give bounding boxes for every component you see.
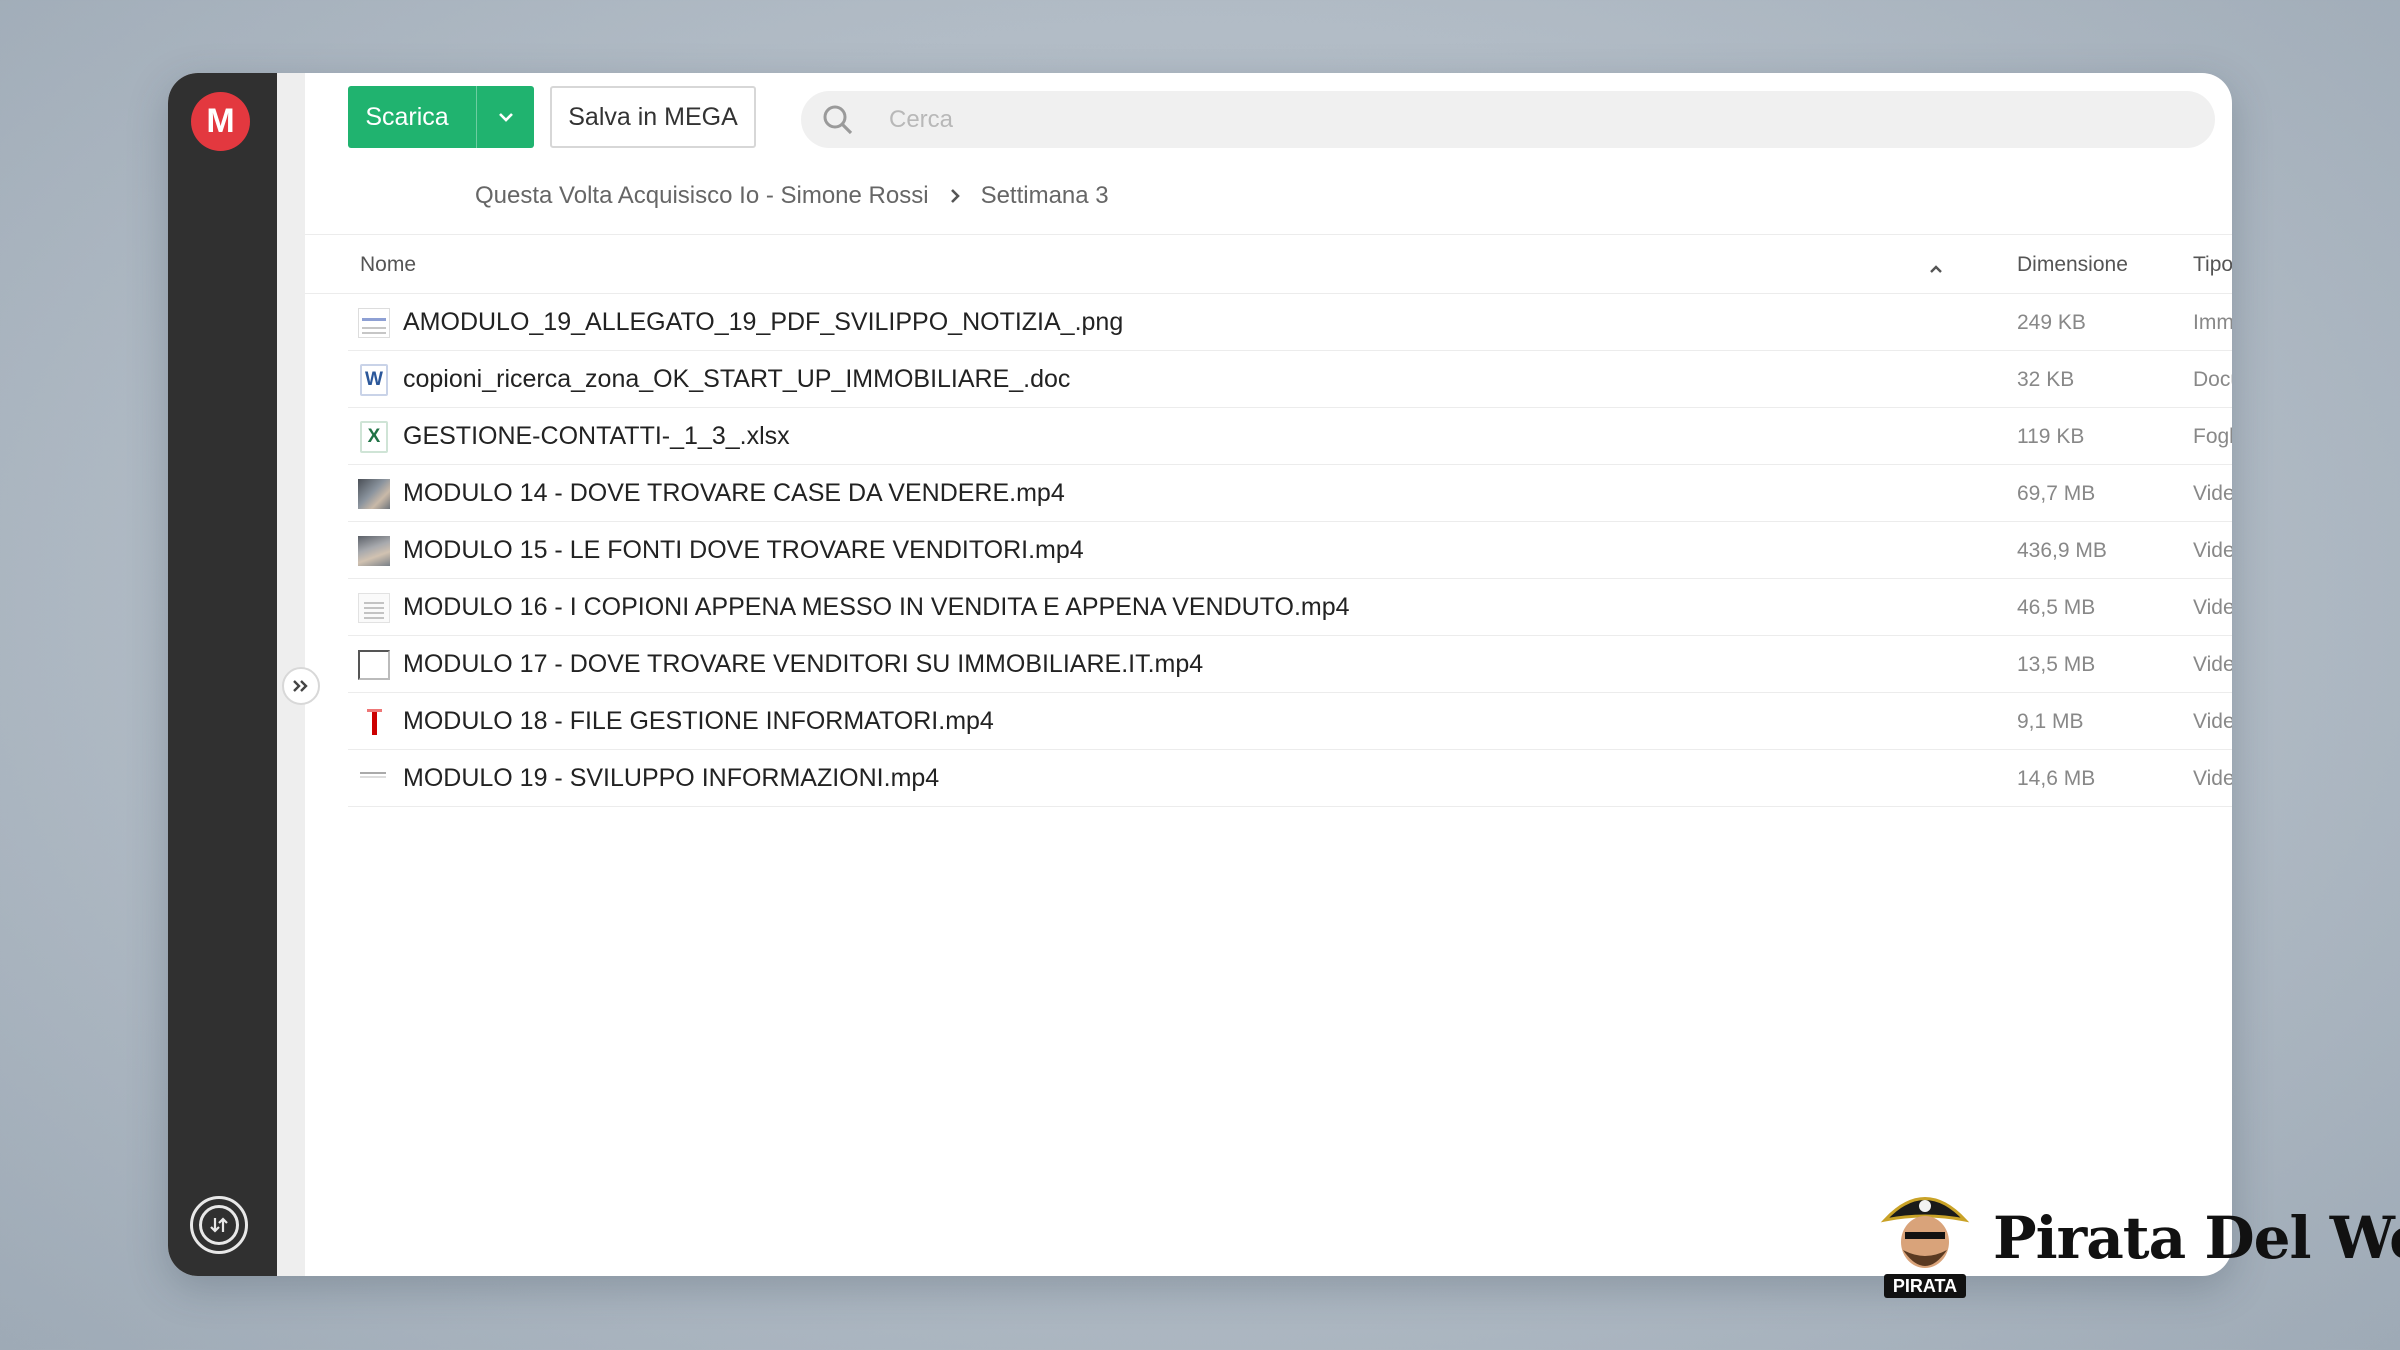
- file-name: copioni_ricerca_zona_OK_START_UP_IMMOBIL…: [403, 365, 1071, 393]
- video-thumbnail-icon: [358, 478, 390, 510]
- file-size: 13,5 MB: [2017, 653, 2096, 676]
- word-document-icon: W: [358, 364, 390, 396]
- file-type: Video MPEG-4: [2193, 767, 2232, 790]
- pirata-del-web-watermark: PIRATA Pirata Del Web: [1875, 1182, 2400, 1302]
- mega-logo[interactable]: M: [191, 92, 250, 151]
- file-type: Video MPEG-4: [2193, 710, 2232, 733]
- left-rail: M: [168, 73, 277, 1276]
- file-name: MODULO 14 - DOVE TROVARE CASE DA VENDERE…: [403, 479, 1065, 507]
- search-input[interactable]: [889, 105, 2089, 134]
- chevron-right-icon: [949, 187, 961, 205]
- file-type: Video MPEG-4: [2193, 653, 2232, 676]
- file-name: MODULO 17 - DOVE TROVARE VENDITORI SU IM…: [403, 650, 1204, 678]
- file-size: 436,9 MB: [2017, 539, 2107, 562]
- table-row[interactable]: MODULO 17 - DOVE TROVARE VENDITORI SU IM…: [348, 636, 2232, 693]
- table-row[interactable]: X GESTIONE-CONTATTI-_1_3_.xlsx 119 KB Fo…: [348, 408, 2232, 465]
- transfer-icon: [199, 1205, 239, 1245]
- table-header: Nome Dimensione Tipo: [305, 234, 2232, 294]
- video-thumbnail-icon: [358, 592, 390, 624]
- file-type: Video MPEG-4: [2193, 539, 2232, 562]
- file-size: 69,7 MB: [2017, 482, 2096, 505]
- table-row[interactable]: MODULO 15 - LE FONTI DOVE TROVARE VENDIT…: [348, 522, 2232, 579]
- transfer-manager-button[interactable]: [190, 1196, 248, 1254]
- breadcrumb-current: Settimana 3: [980, 182, 1109, 209]
- file-type: Documento di Microsoft Word: [2193, 368, 2232, 391]
- table-row[interactable]: W copioni_ricerca_zona_OK_START_UP_IMMOB…: [348, 351, 2232, 408]
- main-area: Scarica Salva in MEGA Questa Volta Acqui…: [305, 73, 2232, 1276]
- video-thumbnail-icon: [358, 535, 390, 567]
- excel-spreadsheet-icon: X: [358, 421, 390, 453]
- file-type: Video MPEG-4: [2193, 596, 2232, 619]
- download-button[interactable]: Scarica: [348, 86, 534, 148]
- video-thumbnail-icon: [358, 706, 390, 738]
- app-window: M Scarica Salva in MEGA Cerca Questa Vol…: [168, 73, 2232, 1276]
- file-type: Foglio di Microsoft Excel: [2193, 425, 2232, 448]
- table-row[interactable]: MODULO 14 - DOVE TROVARE CASE DA VENDERE…: [348, 465, 2232, 522]
- breadcrumb: Questa Volta Acquisisco Io - Simone Ross…: [475, 173, 1109, 219]
- video-thumbnail-icon: [358, 649, 390, 681]
- file-size: 249 KB: [2017, 311, 2086, 334]
- watermark-badge-text: PIRATA: [1884, 1274, 1966, 1298]
- png-thumbnail-icon: [358, 307, 390, 339]
- file-name: MODULO 16 - I COPIONI APPENA MESSO IN VE…: [403, 593, 1350, 621]
- search-bar[interactable]: [801, 91, 2215, 148]
- download-button-label: Scarica: [365, 102, 449, 131]
- file-type: Video MPEG-4: [2193, 482, 2232, 505]
- file-size: 46,5 MB: [2017, 596, 2096, 619]
- video-thumbnail-icon: [358, 763, 390, 795]
- table-row[interactable]: MODULO 18 - FILE GESTIONE INFORMATORI.mp…: [348, 693, 2232, 750]
- sort-ascending-icon[interactable]: [1928, 257, 1944, 281]
- file-size: 14,6 MB: [2017, 767, 2096, 790]
- search-icon: [821, 103, 861, 137]
- file-name: MODULO 19 - SVILUPPO INFORMAZIONI.mp4: [403, 764, 940, 792]
- file-name: MODULO 18 - FILE GESTIONE INFORMATORI.mp…: [403, 707, 994, 735]
- save-to-mega-button[interactable]: Salva in MEGA: [550, 86, 756, 148]
- file-name: AMODULO_19_ALLEGATO_19_PDF_SVILIPPO_NOTI…: [403, 308, 1124, 336]
- file-size: 119 KB: [2017, 425, 2085, 448]
- column-header-type[interactable]: Tipo: [2193, 253, 2232, 277]
- watermark-title: Pirata Del Web: [1993, 1204, 2400, 1272]
- file-name: MODULO 15 - LE FONTI DOVE TROVARE VENDIT…: [403, 536, 1084, 564]
- file-type: Immagine PNG: [2193, 311, 2232, 334]
- file-name: GESTIONE-CONTATTI-_1_3_.xlsx: [403, 422, 790, 450]
- column-header-size[interactable]: Dimensione: [2017, 253, 2128, 277]
- table-row[interactable]: MODULO 19 - SVILUPPO INFORMAZIONI.mp4 14…: [348, 750, 2232, 807]
- table-row[interactable]: AMODULO_19_ALLEGATO_19_PDF_SVILIPPO_NOTI…: [348, 294, 2232, 351]
- download-options-dropdown[interactable]: [476, 86, 534, 148]
- column-header-name[interactable]: Nome: [360, 253, 416, 277]
- pirate-mascot-icon: PIRATA: [1875, 1182, 1975, 1302]
- file-size: 32 KB: [2017, 368, 2075, 391]
- file-size: 9,1 MB: [2017, 710, 2084, 733]
- breadcrumb-folder-link[interactable]: Questa Volta Acquisisco Io - Simone Ross…: [475, 182, 929, 210]
- file-table: Nome Dimensione Tipo AMODULO_19_ALLEGATO…: [305, 234, 2232, 807]
- chevron-down-icon: [498, 113, 513, 122]
- table-row[interactable]: MODULO 16 - I COPIONI APPENA MESSO IN VE…: [348, 579, 2232, 636]
